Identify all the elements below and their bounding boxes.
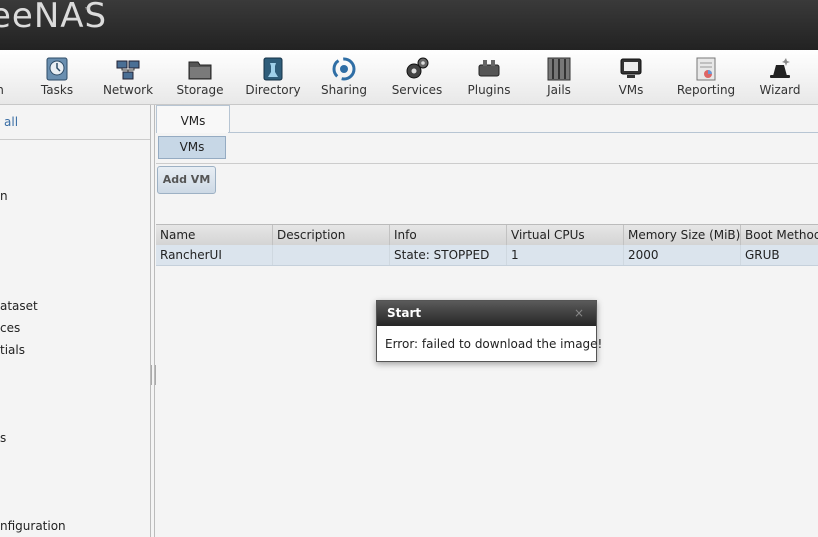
cell-description bbox=[273, 245, 390, 265]
vms-icon bbox=[620, 58, 642, 78]
left-navigation-pane: all n ataset ces tials s nfiguration bbox=[0, 105, 151, 537]
table-row[interactable]: RancherUI State: STOPPED 1 2000 GRUB bbox=[156, 245, 818, 266]
toolbar-wizard-button[interactable]: Wizard bbox=[754, 50, 806, 104]
tree-item[interactable]: n bbox=[0, 189, 8, 203]
toolbar-label: Jails bbox=[547, 83, 571, 97]
divider bbox=[228, 132, 818, 133]
tree-item[interactable]: nfiguration bbox=[0, 519, 66, 533]
wizard-icon bbox=[770, 58, 790, 78]
add-vm-button[interactable]: Add VM bbox=[157, 166, 216, 194]
toolbar-tasks-button[interactable]: Tasks bbox=[30, 50, 84, 104]
toolbar-storage-button[interactable]: Storage bbox=[174, 50, 226, 104]
toolbar-jails-button[interactable]: Jails bbox=[534, 50, 584, 104]
cell-memory-size: 2000 bbox=[624, 245, 741, 265]
toolbar-label: Plugins bbox=[467, 83, 511, 97]
divider bbox=[156, 163, 818, 164]
toolbar-label: Tasks bbox=[40, 83, 74, 97]
jails-icon bbox=[547, 57, 571, 81]
cell-boot-method: GRUB bbox=[745, 248, 780, 262]
collapse-all-link[interactable]: all bbox=[4, 115, 18, 129]
cell-virtual-cpus: 1 bbox=[507, 245, 624, 265]
toolbar-label: Services bbox=[391, 83, 443, 97]
directory-icon bbox=[263, 57, 283, 81]
tree-item[interactable]: ataset bbox=[0, 299, 38, 313]
cell-info: State: STOPPED bbox=[390, 245, 507, 265]
column-header-info[interactable]: Info bbox=[390, 225, 507, 245]
column-header-name[interactable]: Name bbox=[156, 225, 273, 245]
start-error-dialog: Start × Error: failed to download the im… bbox=[376, 300, 602, 362]
sharing-icon bbox=[332, 57, 356, 81]
close-icon[interactable]: × bbox=[574, 306, 584, 320]
column-header-boot-method[interactable]: Boot Method bbox=[741, 225, 818, 245]
column-header-description[interactable]: Description bbox=[273, 225, 390, 245]
subtab-vms[interactable]: VMs bbox=[158, 136, 226, 159]
toolbar-label: Sharing bbox=[320, 83, 368, 97]
reporting-icon bbox=[696, 57, 716, 81]
divider bbox=[0, 139, 150, 140]
toolbar-label: VMs bbox=[618, 83, 644, 97]
toolbar-label: n bbox=[0, 83, 20, 97]
toolbar-vms-button[interactable]: VMs bbox=[608, 50, 654, 104]
app-header: eeNAS ™ bbox=[0, 0, 818, 50]
tree-item[interactable]: tials bbox=[0, 343, 25, 357]
tab-vms[interactable]: VMs bbox=[156, 105, 230, 133]
toolbar-network-button[interactable]: Network bbox=[100, 50, 156, 104]
toolbar-label: Reporting bbox=[676, 83, 736, 97]
storage-icon bbox=[188, 61, 212, 80]
network-icon bbox=[116, 60, 140, 80]
plugins-icon bbox=[478, 60, 500, 77]
column-header-virtual-cpus[interactable]: Virtual CPUs bbox=[507, 225, 624, 245]
tasks-icon bbox=[46, 57, 68, 81]
tree-item[interactable]: s bbox=[0, 431, 6, 445]
toolbar-system-button[interactable]: n bbox=[0, 50, 20, 104]
toolbar-plugins-button[interactable]: Plugins bbox=[462, 50, 516, 104]
toolbar-reporting-button[interactable]: Reporting bbox=[676, 50, 736, 104]
toolbar-directory-button[interactable]: Directory bbox=[244, 50, 302, 104]
divider bbox=[154, 105, 155, 537]
toolbar-sharing-button[interactable]: Sharing bbox=[318, 50, 370, 104]
cell-name: RancherUI bbox=[156, 245, 273, 265]
toolbar-label: Wizard bbox=[759, 83, 801, 97]
main-toolbar: n Tasks Network Storage Directory Sharin… bbox=[0, 50, 818, 105]
dialog-title: Start bbox=[387, 306, 422, 320]
toolbar-label: Storage bbox=[176, 83, 224, 97]
tree-item[interactable]: ces bbox=[0, 321, 20, 335]
column-header-memory-size[interactable]: Memory Size (MiB) bbox=[624, 225, 741, 245]
toolbar-label: Network bbox=[102, 83, 154, 97]
trademark-mark: ™ bbox=[84, 6, 92, 15]
dialog-message: Error: failed to download the image! bbox=[385, 337, 603, 351]
toolbar-label: Directory bbox=[245, 83, 301, 97]
dialog-titlebar[interactable]: Start × bbox=[377, 301, 596, 326]
toolbar-services-button[interactable]: Services bbox=[390, 50, 444, 104]
table-header-row: Name Description Info Virtual CPUs Memor… bbox=[156, 224, 818, 246]
services-icon bbox=[406, 57, 429, 79]
